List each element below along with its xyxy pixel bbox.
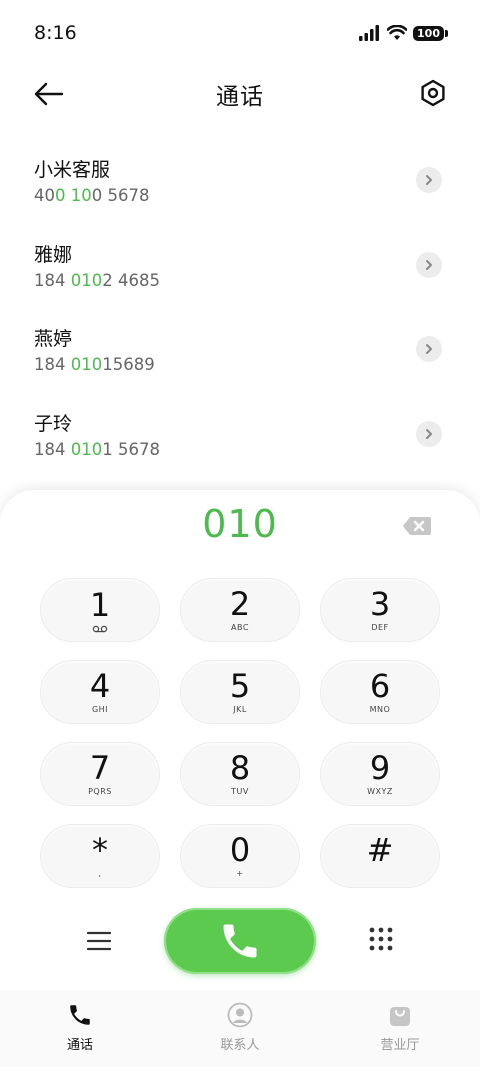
key-digit: 4: [89, 667, 111, 705]
key-5[interactable]: 5 JKL: [180, 660, 300, 724]
call-button[interactable]: [164, 908, 316, 974]
back-button[interactable]: [32, 80, 66, 108]
key-letters: DEF: [371, 623, 389, 632]
key-1[interactable]: 1: [40, 578, 160, 642]
contact-number: 184 0101 5678: [34, 439, 160, 459]
backspace-icon: [403, 517, 431, 535]
page-title: 通话: [216, 84, 264, 110]
key-digit: 6: [369, 667, 391, 705]
settings-button[interactable]: [418, 78, 448, 108]
dial-actions: [0, 908, 480, 978]
key-letters: MNO: [369, 705, 391, 714]
key-0[interactable]: 0 +: [180, 824, 300, 888]
backspace-button[interactable]: [402, 516, 432, 536]
key-digit: 0: [229, 831, 251, 869]
key-digit: 9: [369, 749, 391, 787]
key-letters: WXYZ: [367, 787, 393, 796]
detail-button[interactable]: [416, 336, 442, 363]
key-4[interactable]: 4 GHI: [40, 660, 160, 724]
nav-item-service-hall[interactable]: 营业厅: [320, 990, 480, 1067]
key-letters: TUV: [231, 787, 249, 796]
key-digit: 3: [369, 585, 391, 623]
nav-label: 联系人: [220, 1038, 260, 1053]
key-letters: +: [236, 869, 244, 878]
detail-button[interactable]: [416, 167, 442, 194]
key-digit: 2: [229, 585, 251, 623]
contact-name: 燕婷: [34, 328, 73, 351]
voicemail-icon: [92, 625, 108, 632]
contact-text: 子玲 184 0101 5678: [34, 409, 160, 459]
chevron-right-icon: [426, 259, 432, 270]
key-9[interactable]: 9 WXYZ: [320, 742, 440, 806]
status-time: 8:16: [34, 22, 77, 44]
contact-name: 雅娜: [34, 243, 73, 266]
contact-item[interactable]: 子玲 184 0101 5678: [0, 392, 480, 477]
wifi-icon: [387, 25, 408, 40]
key-letters: PQRS: [88, 787, 112, 796]
contact-name: 子玲: [34, 412, 73, 435]
key-digit: *: [92, 831, 108, 869]
arrow-left-icon: [34, 82, 64, 106]
phone-icon: [223, 924, 257, 958]
menu-button[interactable]: [86, 928, 112, 954]
key-digit: #: [366, 831, 394, 869]
signal-icon: [359, 25, 380, 41]
key-letters: GHI: [91, 705, 109, 714]
settings-hexagon-icon: [421, 79, 445, 107]
key-6[interactable]: 6 MNO: [320, 660, 440, 724]
chevron-right-icon: [426, 175, 432, 186]
key-7[interactable]: 7 PQRS: [40, 742, 160, 806]
contact-item[interactable]: 雅娜 184 0102 4685: [0, 223, 480, 308]
key-2[interactable]: 2 ABC: [180, 578, 300, 642]
key-digit: 1: [89, 585, 111, 624]
key-hash[interactable]: #: [320, 824, 440, 888]
keypad-grid-icon: [369, 927, 393, 951]
key-letters: ,: [98, 869, 102, 878]
key-8[interactable]: 8 TUV: [180, 742, 300, 806]
status-bar: 8:16 100: [0, 0, 480, 66]
contact-suggestion-list: 小米客服 400 100 5678 雅娜 184 0102 4685 燕婷 18…: [0, 138, 480, 476]
key-digit: 7: [89, 749, 111, 787]
key-3[interactable]: 3 DEF: [320, 578, 440, 642]
contact-number: 184 01015689: [34, 355, 155, 375]
status-icons: 100: [359, 25, 448, 41]
key-star[interactable]: * ,: [40, 824, 160, 888]
contact-text: 雅娜 184 0102 4685: [34, 240, 160, 290]
menu-icon: [86, 931, 112, 951]
nav-label: 营业厅: [380, 1038, 420, 1053]
keypad-toggle-button[interactable]: [368, 926, 394, 952]
bottom-nav: 通话 联系人 营业厅: [0, 990, 480, 1067]
chevron-right-icon: [426, 428, 432, 439]
battery-indicator: 100: [413, 25, 448, 41]
contact-item[interactable]: 燕婷 184 01015689: [0, 307, 480, 392]
key-letters: ABC: [231, 623, 249, 632]
contact-name: 小米客服: [34, 159, 111, 182]
contact-text: 燕婷 184 01015689: [34, 324, 155, 374]
key-letters: JKL: [233, 705, 247, 714]
contact-text: 小米客服 400 100 5678: [34, 155, 149, 205]
header: 通话: [0, 66, 480, 122]
nav-item-calls[interactable]: 通话: [0, 990, 160, 1067]
bag-icon: [390, 1007, 410, 1026]
detail-button[interactable]: [416, 420, 442, 447]
detail-button[interactable]: [416, 251, 442, 278]
key-digit: 8: [229, 749, 251, 787]
contact-item[interactable]: 小米客服 400 100 5678: [0, 138, 480, 223]
nav-item-contacts[interactable]: 联系人: [160, 990, 320, 1067]
person-icon: [227, 1002, 253, 1028]
nav-label: 通话: [66, 1038, 93, 1053]
key-digit: 5: [229, 667, 251, 705]
contact-number: 400 100 5678: [34, 186, 150, 206]
dialer-panel: 010 1 2 ABC 3 DEF 4 GHI 5 JKL 6 MNO 7 PQ…: [0, 490, 480, 990]
phone-icon: [70, 1005, 90, 1025]
contact-number: 184 0102 4685: [34, 270, 160, 290]
chevron-right-icon: [426, 344, 432, 355]
